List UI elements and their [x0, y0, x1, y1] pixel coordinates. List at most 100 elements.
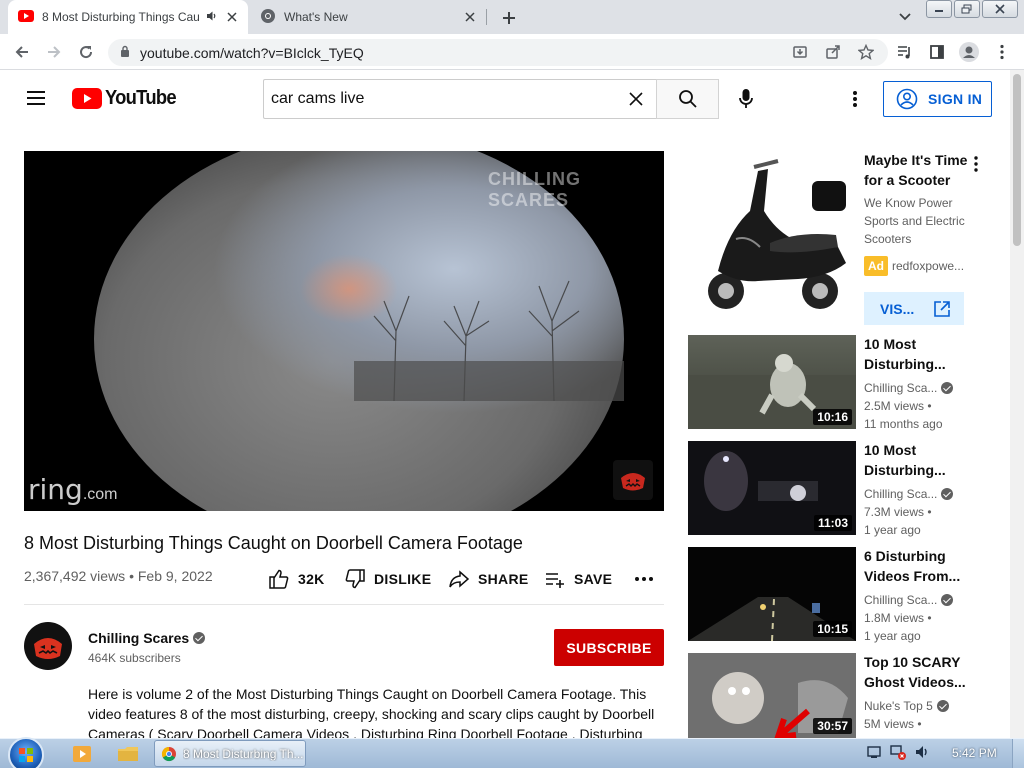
clear-search-icon[interactable]	[616, 92, 656, 106]
tab-whats-new[interactable]: What's New	[250, 0, 486, 34]
media-control-icon[interactable]	[895, 42, 915, 62]
recommendation-age: 11 months ago	[864, 417, 943, 431]
youtube-logo[interactable]: YouTube	[72, 87, 182, 110]
file-explorer-icon[interactable]	[110, 742, 146, 766]
recommendation-meta: Nuke's Top 5 5M views •	[864, 697, 984, 733]
tab-youtube[interactable]: 8 Most Disturbing Things Caught on Doorb…	[8, 0, 248, 34]
share-button[interactable]: SHARE	[448, 566, 529, 592]
reload-icon[interactable]	[76, 42, 96, 62]
dislike-button[interactable]: DISLIKE	[344, 566, 431, 592]
more-actions-icon[interactable]	[634, 566, 654, 592]
recommendation-thumbnail[interactable]: 11:03	[688, 441, 856, 535]
settings-kebab-icon[interactable]	[845, 88, 865, 110]
speaker-icon[interactable]	[206, 10, 218, 25]
upload-date: Feb 9, 2022	[137, 568, 213, 584]
channel-avatar[interactable]	[24, 622, 72, 670]
minimize-icon[interactable]	[926, 0, 952, 18]
subscribe-button[interactable]: SUBSCRIBE	[554, 629, 664, 666]
media-player-icon[interactable]	[64, 742, 100, 766]
visit-site-button[interactable]: VIS...	[864, 292, 964, 325]
profile-avatar-icon[interactable]	[959, 42, 979, 62]
channel-watermark: CHILLING SCARES	[488, 169, 581, 210]
tab-title: What's New	[284, 10, 348, 24]
chrome-favicon-icon	[260, 8, 276, 27]
recommendation-title[interactable]: 6 Disturbing Videos From...	[864, 546, 982, 586]
ad-badge: Ad	[864, 256, 888, 276]
back-arrow-icon[interactable]	[12, 42, 32, 62]
taskbar-window-title: 8 Most Disturbing Th...	[183, 746, 304, 761]
ad-title[interactable]: Maybe It's Time for a Scooter	[864, 150, 982, 190]
search-button[interactable]	[656, 79, 719, 119]
video-description[interactable]: Here is volume 2 of the Most Disturbing …	[88, 684, 664, 744]
recommendation-views: 5M views •	[864, 717, 922, 731]
taskbar-clock[interactable]: 5:42 PM	[952, 746, 997, 760]
scrollbar-thumb[interactable]	[1013, 74, 1021, 246]
views-text: 1.8M views	[864, 611, 925, 625]
close-window-icon[interactable]	[982, 0, 1018, 18]
sign-in-label: SIGN IN	[928, 91, 983, 107]
network-warning-icon[interactable]	[890, 744, 906, 760]
ad-menu-icon[interactable]	[970, 155, 982, 173]
tab-search-chevron-icon[interactable]	[896, 9, 914, 25]
search-input[interactable]	[271, 90, 616, 108]
show-desktop-button[interactable]	[1012, 739, 1024, 768]
youtube-favicon-icon	[18, 9, 34, 25]
recommendation-views: 7.3M views •	[864, 505, 932, 519]
side-panel-icon[interactable]	[927, 42, 947, 62]
views-text: 5M views	[864, 717, 915, 731]
volume-icon[interactable]	[914, 744, 930, 760]
recommendation-channel: Chilling Sca...	[864, 485, 984, 503]
like-button[interactable]: 32K	[268, 566, 325, 592]
lock-icon[interactable]	[120, 44, 130, 62]
browser-tabstrip: 8 Most Disturbing Things Caught on Doorb…	[0, 0, 1024, 34]
video-player[interactable]: CHILLING SCARES ring.com	[24, 151, 664, 511]
recommendation-thumbnail[interactable]: 10:15	[688, 547, 856, 641]
start-button[interactable]	[8, 737, 44, 768]
recommendation-thumbnail[interactable]: 10:16	[688, 335, 856, 429]
video-trees-silhouette	[354, 280, 624, 401]
browser-menu-icon[interactable]	[992, 42, 1012, 62]
external-link-icon	[934, 300, 951, 317]
sign-in-button[interactable]: SIGN IN	[883, 81, 992, 117]
share-label: SHARE	[478, 571, 529, 587]
tab-close-icon[interactable]	[462, 9, 478, 25]
video-title: 8 Most Disturbing Things Caught on Doorb…	[24, 533, 523, 553]
verified-badge-icon	[936, 700, 949, 712]
ring-watermark: ring.com	[28, 473, 117, 506]
verified-badge-icon	[941, 488, 954, 500]
tab-close-icon[interactable]	[224, 9, 240, 25]
ad-thumbnail[interactable]	[688, 151, 856, 319]
recommendation-thumbnail[interactable]: 30:57	[688, 653, 856, 738]
channel-text: Chilling Sca...	[864, 487, 938, 501]
channel-branding-icon[interactable]	[613, 460, 653, 500]
thumbs-up-icon	[269, 569, 289, 589]
menu-hamburger-icon[interactable]	[26, 90, 46, 106]
like-count: 32K	[298, 571, 325, 587]
channel-name[interactable]: Chilling Scares	[88, 630, 206, 646]
share-page-icon[interactable]	[823, 42, 843, 62]
view-count: 2,367,492 views	[24, 568, 126, 584]
ring-logo-text: ring	[28, 473, 83, 506]
forward-arrow-icon[interactable]	[44, 42, 64, 62]
recommendation-title[interactable]: 10 Most Disturbing...	[864, 440, 982, 480]
save-button[interactable]: SAVE	[544, 566, 612, 592]
install-app-icon[interactable]	[790, 42, 810, 62]
recommendation-title[interactable]: Top 10 SCARY Ghost Videos...	[864, 652, 982, 692]
url-text: youtube.com/watch?v=BIclck_TyEQ	[140, 44, 364, 61]
action-center-icon[interactable]	[866, 744, 882, 760]
system-tray	[866, 744, 938, 760]
microphone-icon[interactable]	[735, 87, 757, 111]
ad-sponsor-line: Ad redfoxpowe...	[864, 256, 984, 276]
page-scrollbar[interactable]	[1010, 70, 1024, 738]
new-tab-icon[interactable]	[498, 7, 520, 29]
recommendation-meta: Chilling Sca... 2.5M views • 11 months a…	[864, 379, 984, 433]
recommendation-channel: Nuke's Top 5	[864, 697, 984, 715]
restore-icon[interactable]	[954, 0, 980, 18]
recommendation-title[interactable]: 10 Most Disturbing...	[864, 334, 982, 374]
channel-name-text: Chilling Scares	[88, 630, 190, 646]
window-controls	[924, 0, 1018, 18]
address-bar[interactable]: youtube.com/watch?v=BIclck_TyEQ	[108, 39, 888, 66]
video-meta: 2,367,492 views • Feb 9, 2022	[24, 568, 213, 584]
bookmark-star-icon[interactable]	[856, 42, 876, 62]
taskbar-chrome-window[interactable]: 8 Most Disturbing Th...	[154, 740, 306, 767]
